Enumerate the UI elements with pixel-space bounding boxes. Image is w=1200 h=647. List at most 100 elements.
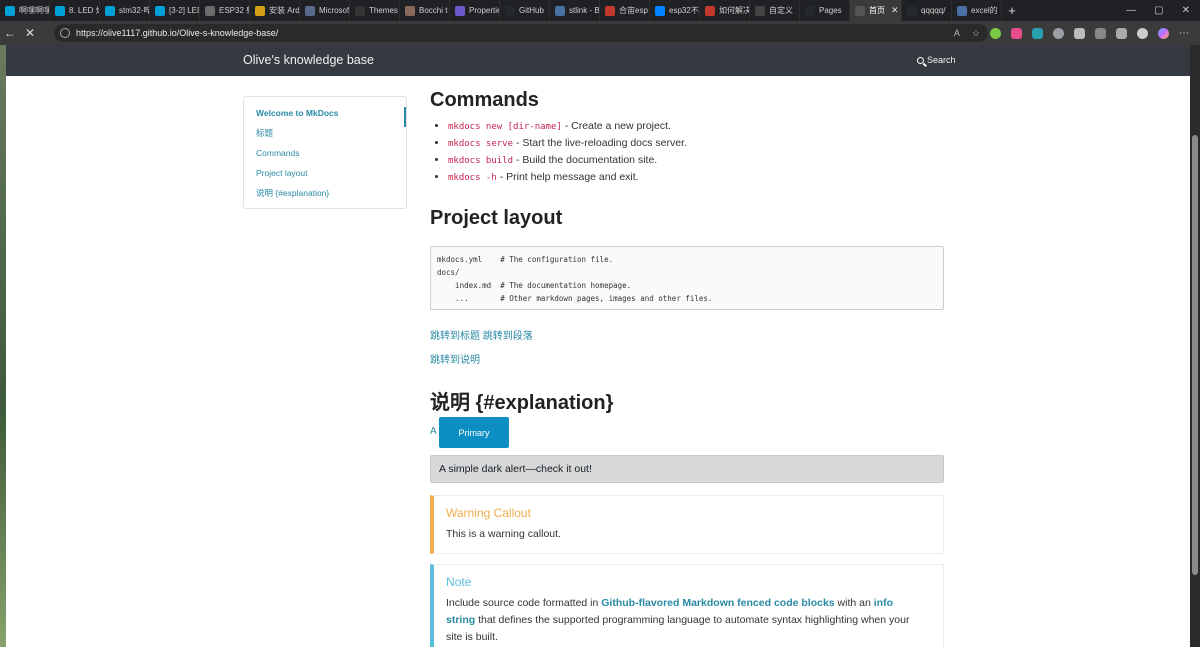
toc-item-commands[interactable]: Commands	[244, 147, 406, 167]
window-controls: — ▢ ✕	[1126, 0, 1200, 21]
back-icon[interactable]: ←	[0, 26, 20, 40]
command-code: mkdocs serve	[448, 139, 514, 149]
browser-tab[interactable]: Propertie	[450, 0, 500, 21]
extension-icon-pink[interactable]	[1011, 27, 1022, 39]
profile-icon[interactable]	[1137, 27, 1148, 39]
browser-tab[interactable]: qqqqq/	[902, 0, 952, 21]
browser-tab[interactable]: GitHub	[500, 0, 550, 21]
browser-tab[interactable]: ESP32 射	[200, 0, 250, 21]
stop-loading-icon[interactable]: ✕	[20, 26, 40, 40]
browser-tab[interactable]: stm32-哔	[100, 0, 150, 21]
tab-label: Propertie	[469, 6, 500, 15]
tab-favicon-icon	[205, 5, 215, 16]
note-text: Include source code formatted in	[446, 597, 602, 609]
extension-icon-teal[interactable]	[1032, 27, 1043, 39]
tab-favicon-icon	[705, 5, 715, 16]
browser-tab[interactable]: [3-2] LED	[150, 0, 200, 21]
browser-tab[interactable]: Themes	[350, 0, 400, 21]
tab-favicon-icon	[805, 5, 815, 16]
warning-callout-title: Warning Callout	[446, 506, 531, 520]
list-item: mkdocs build - Build the documentation s…	[448, 152, 687, 169]
extension-icon-gray[interactable]	[1053, 27, 1064, 39]
browser-tab[interactable]: 8. LED 灯	[50, 0, 100, 21]
close-window-icon[interactable]: ✕	[1182, 5, 1190, 16]
browser-tab[interactable]: 首页 ✕	[850, 0, 902, 21]
list-item: mkdocs new [dir-name] - Create a new pro…	[448, 118, 687, 135]
jump-to-explanation-link[interactable]: 跳转到说明	[430, 351, 480, 366]
toc-item-project-layout[interactable]: Project layout	[244, 167, 406, 187]
tab-favicon-icon	[255, 5, 265, 16]
primary-button[interactable]: Primary	[439, 417, 509, 448]
url-field[interactable]: https://olive1117.github.io/Olive-s-know…	[54, 24, 988, 42]
tab-label: Microsof	[319, 6, 350, 15]
toc-item-explanation[interactable]: 说明 {#explanation}	[244, 187, 406, 207]
tab-favicon-icon	[155, 5, 165, 16]
scrollbar-thumb[interactable]	[1192, 135, 1198, 575]
commands-heading: Commands	[430, 89, 539, 111]
browser-tab[interactable]: excel的	[952, 0, 1002, 21]
tab-label: Themes	[369, 6, 398, 15]
browser-tab[interactable]: Bocchi t	[400, 0, 450, 21]
extension-icon-green[interactable]	[990, 27, 1001, 39]
toc-item-welcome[interactable]: Welcome to MkDocs	[244, 107, 406, 127]
favorites-icon[interactable]	[1095, 27, 1106, 39]
address-bar-row: ← ✕ https://olive1117.github.io/Olive-s-…	[0, 21, 1200, 45]
search-button[interactable]: Search	[917, 55, 956, 65]
note-callout-title: Note	[446, 575, 472, 589]
project-layout-code-block: mkdocs.yml # The configuration file. doc…	[430, 246, 944, 310]
tab-favicon-icon	[755, 5, 765, 16]
collections-icon[interactable]	[1116, 27, 1127, 39]
maximize-icon[interactable]: ▢	[1154, 5, 1163, 16]
tab-label: 如何解决	[719, 6, 750, 15]
tab-label: 首页	[869, 6, 885, 15]
note-text: that defines the supported programming l…	[446, 614, 910, 643]
explanation-heading: 说明 {#explanation}	[430, 392, 614, 414]
tab-favicon-icon	[555, 5, 565, 16]
browser-tab-strip: 啊嘿啊嘿 8. LED 灯 stm32-哔 [3-2] LED ESP32 射 安装 Ar…	[0, 0, 1200, 21]
tab-favicon-icon	[907, 5, 917, 16]
tab-favicon-icon	[855, 5, 865, 16]
browser-tab[interactable]: 如何解决	[700, 0, 750, 21]
list-item: mkdocs serve - Start the live-reloading …	[448, 135, 687, 152]
minimize-icon[interactable]: —	[1126, 5, 1136, 16]
tab-favicon-icon	[505, 5, 515, 16]
close-tab-icon[interactable]: ✕	[891, 5, 899, 16]
command-code: mkdocs new [dir-name]	[448, 122, 562, 132]
browser-tab[interactable]: 合宙esp	[600, 0, 650, 21]
a-link[interactable]: A	[430, 426, 437, 437]
copilot-icon[interactable]	[1158, 27, 1169, 39]
browser-tab[interactable]: 自定义	[750, 0, 800, 21]
note-text: with an	[834, 597, 874, 609]
browser-tab[interactable]: 啊嘿啊嘿	[0, 0, 50, 21]
command-desc: - Create a new project.	[561, 120, 671, 132]
warning-callout-body: This is a warning callout.	[446, 528, 561, 540]
gfm-link[interactable]: Github-flavored Markdown fenced code blo…	[601, 597, 834, 609]
browser-tab[interactable]: Microsof	[300, 0, 350, 21]
tab-label: Bocchi t	[419, 6, 448, 15]
site-brand-link[interactable]: Olive's knowledge base	[243, 53, 374, 67]
new-tab-button[interactable]: +	[1002, 0, 1022, 21]
url-text: https://olive1117.github.io/Olive-s-know…	[76, 28, 279, 38]
browser-tab[interactable]: esp32不	[650, 0, 700, 21]
browser-tab[interactable]: Pages	[800, 0, 850, 21]
command-code: mkdocs -h	[448, 173, 497, 183]
warning-callout: Warning Callout This is a warning callou…	[430, 495, 944, 554]
read-aloud-icon[interactable]: A	[954, 28, 960, 39]
tab-label: GitHub	[519, 6, 544, 15]
browser-tab[interactable]: stlink - B	[550, 0, 600, 21]
more-menu-icon[interactable]: ⋯	[1179, 28, 1190, 39]
tab-favicon-icon	[355, 5, 365, 16]
favorite-star-icon[interactable]: ☆	[972, 28, 980, 39]
page-scrollbar[interactable]	[1190, 45, 1200, 647]
extensions-puzzle-icon[interactable]	[1074, 27, 1085, 39]
browser-tab[interactable]: 安装 Ard	[250, 0, 300, 21]
command-code: mkdocs build	[448, 156, 514, 166]
table-of-contents: Welcome to MkDocs 标题 Commands Project la…	[243, 96, 407, 209]
note-callout-body: Include source code formatted in Github-…	[446, 595, 943, 646]
tab-favicon-icon	[455, 5, 465, 16]
site-info-icon[interactable]	[60, 28, 70, 38]
jump-links[interactable]: 跳转到标题 跳转到段落	[430, 327, 533, 342]
toc-item-title[interactable]: 标题	[244, 127, 406, 147]
tab-favicon-icon	[655, 5, 665, 16]
tab-label: ESP32 射	[219, 6, 249, 15]
